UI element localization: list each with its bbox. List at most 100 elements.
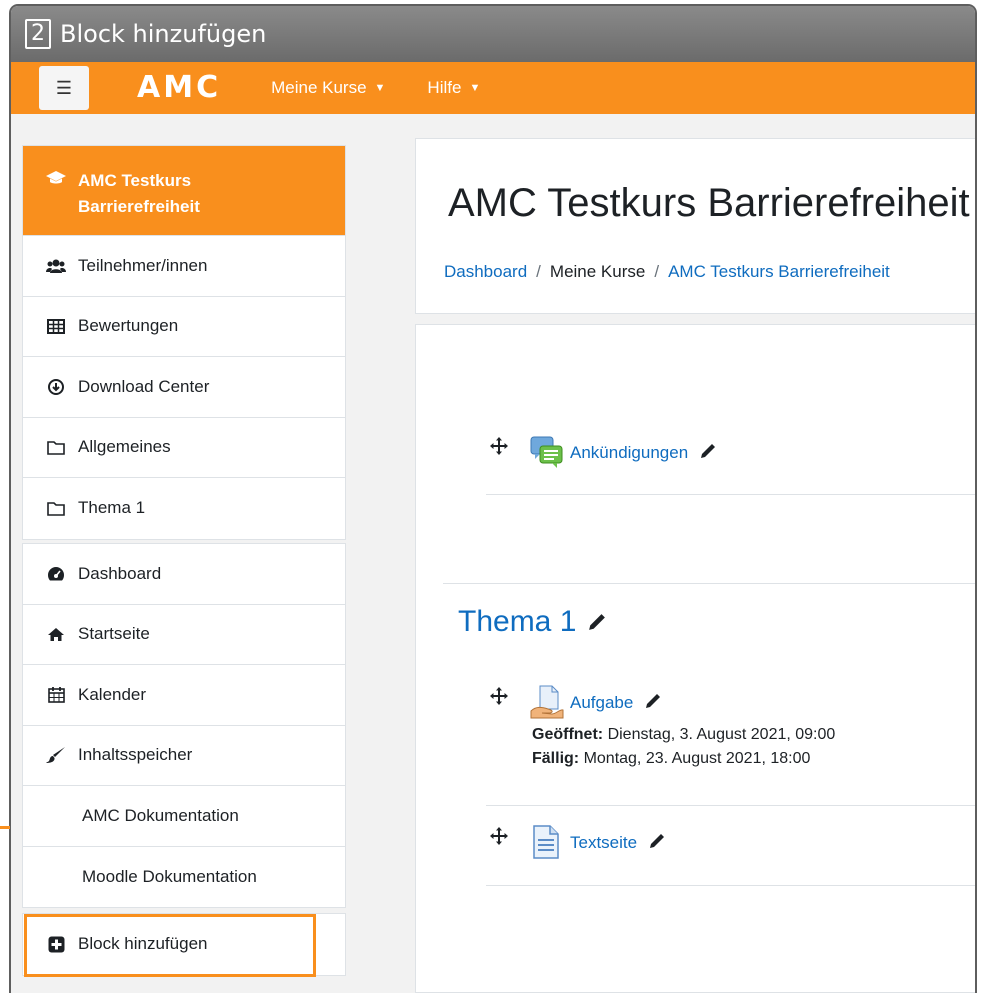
forum-icon	[530, 435, 564, 469]
section-divider	[443, 583, 975, 584]
assignment-icon	[530, 685, 564, 719]
due-value: Montag, 23. August 2021, 18:00	[583, 750, 811, 767]
page-title: AMC Testkurs Barrierefreiheit	[448, 181, 970, 225]
activity-assignment: Aufgabe	[486, 685, 661, 719]
activity-link[interactable]: Ankündigungen	[570, 443, 716, 464]
navbar: ☰ AMC Meine Kurse ▼ Hilfe ▼	[11, 62, 975, 114]
drawer-item-label: AMC Dokumentation	[82, 805, 239, 825]
pencil-icon[interactable]	[700, 443, 716, 464]
users-icon	[46, 258, 66, 274]
breadcrumb-meine-kurse: Meine Kurse	[549, 262, 646, 281]
drawer-item-thema-1[interactable]: Thema 1	[23, 478, 345, 539]
menu-meine-kurse-label: Meine Kurse	[271, 78, 367, 97]
drawer-item-label: Teilnehmer/innen	[78, 255, 208, 275]
activity-divider	[486, 805, 975, 806]
activity-name: Textseite	[570, 833, 638, 852]
drawer-item-label: Download Center	[78, 376, 210, 396]
move-icon[interactable]	[486, 827, 512, 845]
breadcrumb: Dashboard / Meine Kurse / AMC Testkurs Barri…	[444, 262, 890, 282]
step-number-badge: 2	[25, 19, 51, 49]
drawer-item-startseite[interactable]: Startseite	[23, 605, 345, 665]
download-icon	[46, 378, 66, 395]
dashboard-icon	[46, 566, 66, 582]
breadcrumb-separator: /	[536, 262, 541, 281]
activity-name: Ankündigungen	[570, 443, 689, 462]
move-icon[interactable]	[486, 437, 512, 455]
drawer-item-dashboard[interactable]: Dashboard	[23, 544, 345, 605]
drawer-item-label: Block hinzufügen	[78, 934, 208, 954]
section-title-text: Thema 1	[458, 605, 577, 638]
drawer-course-title: AMC Testkurs Barrierefreiheit	[78, 168, 200, 220]
drawer-item-label: Inhaltsspeicher	[78, 745, 193, 765]
site-nav-group: Dashboard Startseite Kalender Inhaltsspe…	[22, 543, 346, 908]
graduation-cap-icon	[46, 170, 66, 186]
course-content: Ankündigungen Thema 1 Aufgabe Geöffnet: …	[415, 324, 975, 993]
section-title[interactable]: Thema 1	[458, 605, 606, 639]
pencil-icon[interactable]	[649, 833, 665, 854]
main-region: AMC Testkurs Barrierefreiheit Dashboard /…	[371, 114, 975, 993]
drawer-item-download-center[interactable]: Download Center	[23, 357, 345, 418]
drawer-item-allgemeines[interactable]: Allgemeines	[23, 418, 345, 478]
breadcrumb-course[interactable]: AMC Testkurs Barrierefreiheit	[668, 262, 890, 281]
add-block-nav-group: Block hinzufügen	[22, 913, 346, 976]
due-date-row: Fällig: Montag, 23. August 2021, 18:00	[532, 747, 835, 771]
assignment-dates: Geöffnet: Dienstag, 3. August 2021, 09:0…	[532, 723, 835, 771]
hamburger-icon: ☰	[55, 77, 73, 98]
opened-value: Dienstag, 3. August 2021, 09:00	[607, 726, 836, 743]
callout-pointer-line	[0, 826, 10, 829]
pencil-icon[interactable]	[645, 693, 661, 714]
activity-link[interactable]: Aufgabe	[570, 693, 661, 714]
nav-drawer: AMC Testkurs Barrierefreiheit Teilnehmer…	[11, 114, 371, 993]
page-header: AMC Testkurs Barrierefreiheit Dashboard /…	[415, 138, 975, 314]
due-label: Fällig:	[532, 750, 580, 767]
drawer-item-grades[interactable]: Bewertungen	[23, 297, 345, 357]
activity-page: Textseite	[486, 825, 665, 859]
menu-hilfe-label: Hilfe	[427, 78, 462, 97]
opened-label: Geöffnet:	[532, 726, 604, 743]
activity-name: Aufgabe	[570, 693, 634, 712]
move-icon[interactable]	[486, 687, 512, 705]
opened-date-row: Geöffnet: Dienstag, 3. August 2021, 09:0…	[532, 723, 835, 747]
activity-forum: Ankündigungen	[486, 435, 716, 469]
brand-logo[interactable]: AMC	[137, 73, 221, 103]
menu-meine-kurse[interactable]: Meine Kurse ▼	[271, 78, 385, 98]
drawer-item-label: Thema 1	[78, 498, 146, 518]
callout-frame: 2 Block hinzufügen ☰ AMC Meine Kurse ▼ H…	[9, 4, 977, 993]
drawer-item-label: Allgemeines	[78, 437, 171, 457]
callout-title-bar: 2 Block hinzufügen	[11, 6, 975, 62]
calendar-icon	[46, 686, 66, 704]
drawer-toggle-button[interactable]: ☰	[39, 66, 89, 110]
drawer-item-amc-dokumentation[interactable]: AMC Dokumentation	[23, 786, 345, 847]
drawer-item-add-block[interactable]: Block hinzufügen	[23, 914, 345, 975]
pencil-icon[interactable]	[588, 605, 606, 639]
activity-divider	[486, 494, 975, 495]
course-title-line2: Barrierefreiheit	[78, 197, 200, 216]
activity-divider	[486, 885, 975, 886]
grades-table-icon	[46, 318, 66, 334]
callout-title: Block hinzufügen	[60, 20, 267, 48]
course-title-line1: AMC Testkurs	[78, 171, 192, 190]
folder-icon	[46, 501, 66, 516]
drawer-item-moodle-dokumentation[interactable]: Moodle Dokumentation	[23, 847, 345, 908]
breadcrumb-dashboard[interactable]: Dashboard	[444, 262, 527, 281]
drawer-item-participants[interactable]: Teilnehmer/innen	[23, 236, 345, 297]
drawer-item-label: Dashboard	[78, 563, 162, 583]
drawer-item-course[interactable]: AMC Testkurs Barrierefreiheit	[23, 146, 345, 236]
home-icon	[46, 627, 66, 642]
drawer-item-label: Moodle Dokumentation	[82, 866, 257, 886]
plus-square-icon	[46, 936, 66, 953]
paintbrush-icon	[46, 746, 66, 764]
caret-down-icon: ▼	[374, 82, 386, 94]
drawer-item-kalender[interactable]: Kalender	[23, 665, 345, 726]
activity-link[interactable]: Textseite	[570, 833, 665, 854]
course-nav-group: AMC Testkurs Barrierefreiheit Teilnehmer…	[22, 145, 346, 540]
folder-icon	[46, 440, 66, 455]
drawer-item-inhaltsspeicher[interactable]: Inhaltsspeicher	[23, 726, 345, 786]
drawer-item-label: Kalender	[78, 684, 147, 704]
drawer-item-label: Startseite	[78, 624, 150, 644]
drawer-item-label: Bewertungen	[78, 316, 179, 336]
page-document-icon	[530, 825, 564, 859]
caret-down-icon: ▼	[469, 82, 481, 94]
breadcrumb-separator: /	[654, 262, 660, 281]
menu-hilfe[interactable]: Hilfe ▼	[427, 78, 480, 98]
